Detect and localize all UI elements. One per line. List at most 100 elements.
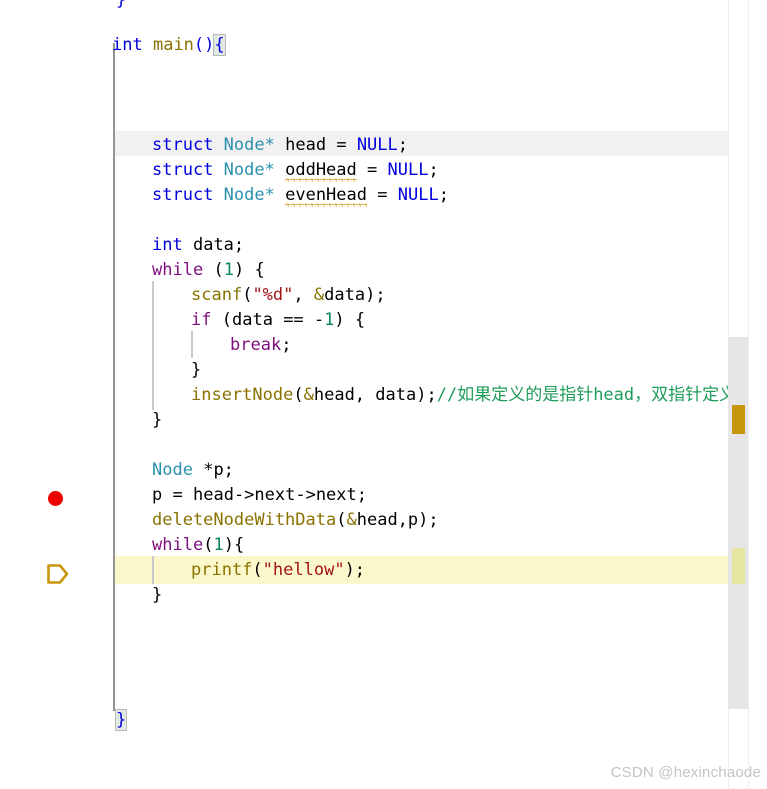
code-line[interactable]: } <box>152 583 162 608</box>
token-assign: = <box>377 185 388 205</box>
indent-guide-main <box>113 43 115 711</box>
token-paren-open: ( <box>293 385 304 405</box>
code-line[interactable]: p = head->next->next; <box>152 483 367 508</box>
indent-guide-while-inner <box>152 556 154 584</box>
token-brace: } <box>116 0 127 10</box>
editor-left-margin <box>0 0 42 789</box>
token-assign: = <box>172 485 183 505</box>
indent-guide-while-outer <box>152 281 154 410</box>
token-type-node: Node* <box>223 135 275 155</box>
token-brace-open: { <box>254 260 265 280</box>
code-line[interactable]: struct Node* head = NULL; <box>152 133 408 158</box>
token-paren-close: ) <box>233 260 245 280</box>
editor-gutter[interactable] <box>41 0 113 789</box>
token-assign: = <box>367 160 378 180</box>
token-ampersand: & <box>313 285 325 305</box>
token-parens: () <box>193 35 215 55</box>
token-args-head-p: head,p); <box>356 510 439 530</box>
token-number-1: 1 <box>324 310 335 330</box>
token-var-data: data <box>231 310 273 330</box>
token-var-oddhead-warning: oddHead <box>285 158 357 183</box>
token-function-insertnode: insertNode <box>191 385 294 405</box>
token-type-node: Node* <box>223 160 275 180</box>
token-var-p: p <box>152 485 163 505</box>
matching-brace-open: { <box>213 34 226 56</box>
token-var-data: data); <box>375 385 437 405</box>
token-function-main: main <box>152 35 194 55</box>
token-number-1: 1 <box>213 535 224 555</box>
code-line[interactable]: } <box>191 358 201 383</box>
token-semicolon: ; <box>281 335 292 355</box>
token-keyword-struct: struct <box>152 135 214 155</box>
code-line[interactable]: } <box>152 408 162 433</box>
code-line[interactable]: } <box>116 0 126 13</box>
token-comment-chinese: //如果定义的是指针head，双指针定义的 <box>436 385 748 405</box>
token-brace-close: } <box>191 360 202 380</box>
token-ampersand: & <box>303 385 314 405</box>
token-keyword-int: int <box>113 35 143 55</box>
code-line[interactable]: Node *p; <box>152 458 234 483</box>
token-comma: , <box>293 285 304 305</box>
token-var-evenhead-warning: evenHead <box>285 183 367 208</box>
token-var-head: head <box>285 135 327 155</box>
token-equality: == <box>283 310 304 330</box>
token-paren-close: ) <box>334 310 345 330</box>
token-assign: = <box>336 135 347 155</box>
editor-right-margin <box>748 0 767 789</box>
code-line[interactable]: int data; <box>152 233 244 258</box>
code-line[interactable]: while(1){ <box>152 533 244 558</box>
code-line[interactable]: printf("hellow"); <box>191 558 365 583</box>
token-paren-open: ( <box>203 535 214 555</box>
token-keyword-while: while <box>152 535 204 555</box>
indent-guide-if-body <box>191 331 193 358</box>
token-keyword-if: if <box>191 310 212 330</box>
code-editor-window: } int main(){ struct Node* head = NULL; … <box>0 0 767 789</box>
token-semicolon: ; <box>397 135 409 155</box>
token-brace-open: { <box>233 535 245 555</box>
token-brace-close: } <box>152 585 163 605</box>
token-function-scanf: scanf <box>191 285 243 305</box>
token-semicolon: ; <box>438 185 449 205</box>
token-semicolon: ; <box>428 160 439 180</box>
code-line[interactable]: insertNode(&head, data);//如果定义的是指针head，双… <box>191 383 748 408</box>
token-null: NULL <box>387 160 429 180</box>
token-string-hellow: "hellow" <box>262 560 345 580</box>
token-paren-open: ( <box>252 560 263 580</box>
code-line[interactable]: scanf("%d", &data); <box>191 283 386 308</box>
token-paren-open: ( <box>213 260 224 280</box>
token-number-1: 1 <box>223 260 234 280</box>
token-paren-open: ( <box>242 285 253 305</box>
token-ampersand: & <box>346 510 357 530</box>
token-var-data: data; <box>192 235 245 255</box>
vertical-scrollbar-thumb[interactable] <box>728 337 748 709</box>
token-paren-open: ( <box>336 510 347 530</box>
token-paren-close: ); <box>344 560 366 580</box>
code-line[interactable]: if (data == -1) { <box>191 308 365 333</box>
token-var-p: *p; <box>203 460 234 480</box>
code-line[interactable]: int main(){ <box>113 33 226 58</box>
token-type-node: Node* <box>223 185 275 205</box>
token-keyword-while: while <box>152 260 204 280</box>
code-line[interactable]: while (1) { <box>152 258 265 283</box>
csdn-watermark: CSDN @hexinchaode <box>610 764 761 781</box>
token-expr-head-next-next: head->next->next; <box>193 485 367 505</box>
code-line[interactable]: } <box>114 708 128 733</box>
token-var-data: data); <box>324 285 386 305</box>
token-function-deletenodewithdata: deleteNodeWithData <box>152 510 337 530</box>
code-line[interactable]: struct Node* evenHead = NULL; <box>152 183 449 208</box>
code-line[interactable]: deleteNodeWithData(&head,p); <box>152 508 439 533</box>
code-line[interactable]: break; <box>230 333 291 358</box>
token-function-printf: printf <box>191 560 253 580</box>
scrollbar-warning-marker[interactable] <box>732 405 745 434</box>
scrollbar-current-line-marker[interactable] <box>732 548 745 584</box>
code-line[interactable]: struct Node* oddHead = NULL; <box>152 158 439 183</box>
breakpoint-icon[interactable] <box>48 491 63 506</box>
token-keyword-struct: struct <box>152 160 214 180</box>
token-type-node: Node <box>152 460 193 480</box>
token-keyword-break: break <box>230 335 282 355</box>
code-content-area[interactable]: } int main(){ struct Node* head = NULL; … <box>113 0 748 789</box>
token-var-head: head, <box>313 385 366 405</box>
token-null: NULL <box>356 135 398 155</box>
execution-pointer-icon[interactable] <box>46 563 70 585</box>
